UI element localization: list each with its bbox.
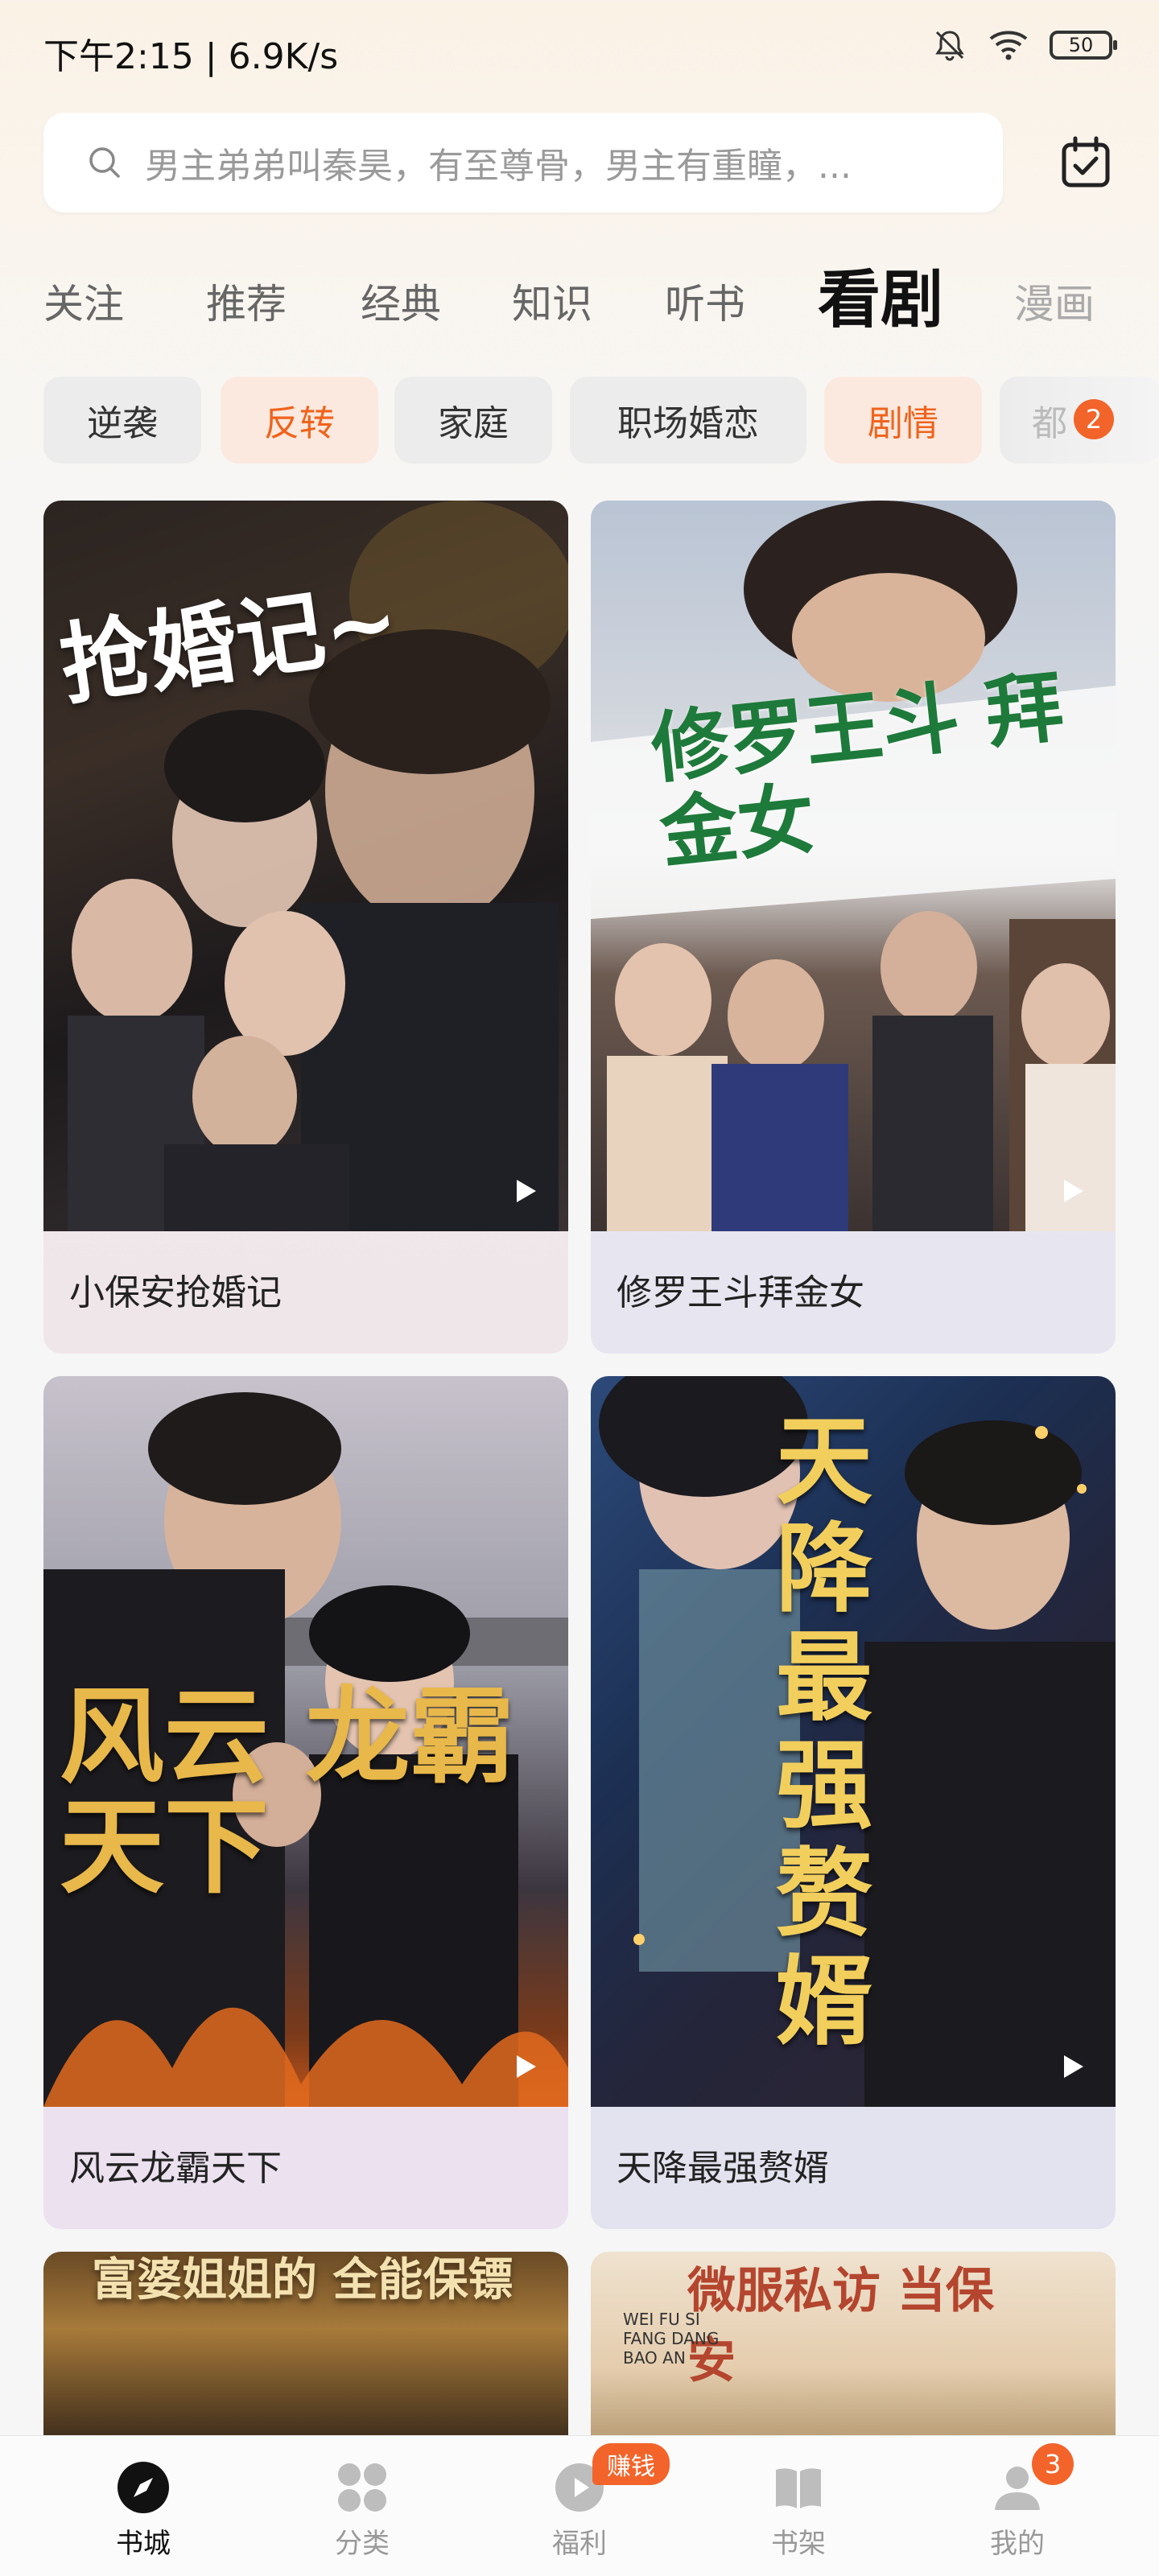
play-icon — [517, 2055, 536, 2078]
battery-level: 50 — [1068, 34, 1094, 56]
drama-title: 风云龙霸天下 — [69, 2148, 282, 2189]
search-row: 男主弟弟叫秦昊，有至尊骨，男主有重瞳，... — [43, 113, 1122, 212]
nav-category[interactable]: 分类 — [298, 2459, 427, 2561]
nav-label: 书架 — [771, 2528, 826, 2560]
drama-card[interactable]: 抢婚记~ 小保安抢婚记 — [43, 501, 568, 1354]
category-tabs: 关注 推荐 经典 知识 听书 看剧 漫画 — [43, 249, 1159, 330]
wifi-icon — [989, 31, 1028, 60]
drama-card[interactable]: 风云 龙霸天下 风云龙霸天下 — [43, 1376, 568, 2229]
cover-title-text: 天降 最强 赘婿 — [776, 1406, 872, 2059]
cover-title-text: 风云 龙霸天下 — [60, 1675, 515, 1908]
tab-comics[interactable]: 漫画 — [1014, 272, 1095, 330]
drama-cover: 修罗王斗 拜金女 — [591, 501, 1116, 1231]
drama-title: 天降最强赘婿 — [617, 2148, 829, 2189]
drama-card-partial[interactable]: 富婆姐姐的 全能保镖 — [43, 2252, 568, 2445]
search-icon — [89, 147, 120, 178]
drama-title: 修罗王斗拜金女 — [617, 1272, 864, 1313]
tab-audiobook[interactable]: 听书 — [665, 272, 745, 330]
nav-label: 我的 — [990, 2528, 1045, 2560]
book-icon — [776, 2468, 821, 2508]
search-placeholder: 男主弟弟叫秦昊，有至尊骨，男主有重瞳，... — [145, 146, 852, 187]
drama-card[interactable]: 修罗王斗 拜金女 修罗王斗拜金女 — [591, 501, 1116, 1354]
tab-knowledge[interactable]: 知识 — [512, 272, 592, 330]
bottom-nav: 书城 分类 福利 书架 我的 — [0, 2435, 1159, 2576]
calendar-checkin-button[interactable] — [1050, 127, 1122, 200]
drama-title: 小保安抢婚记 — [69, 1272, 282, 1313]
tab-classic[interactable]: 经典 — [361, 272, 441, 330]
chip-family[interactable]: 家庭 — [394, 377, 552, 464]
drama-cover: 风云 龙霸天下 — [43, 1376, 568, 2107]
partial-cover-subtext: WEI FU SI FANG DANG BAO AN — [623, 2310, 720, 2368]
nav-label: 书城 — [116, 2528, 171, 2560]
genre-chips: 逆袭 反转 家庭 职场婚恋 剧情 都 2 — [43, 377, 1159, 464]
tab-follow[interactable]: 关注 — [43, 272, 124, 330]
drama-card-partial[interactable]: 微服私访 当保安 WEI FU SI FANG DANG BAO AN — [591, 2252, 1116, 2445]
chip-counterattack[interactable]: 逆袭 — [43, 377, 201, 464]
chip-count-badge: 2 — [1074, 399, 1114, 439]
earn-money-badge: 赚钱 — [592, 2443, 670, 2485]
status-bar: 下午2:15 | 6.9K/s 50 — [0, 0, 1159, 97]
calendar-check-icon — [1062, 136, 1110, 188]
nav-bookstore[interactable]: 书城 — [79, 2459, 208, 2561]
partial-cover-text: 富婆姐姐的 全能保镖 — [92, 2254, 514, 2306]
tab-recommend[interactable]: 推荐 — [206, 272, 287, 330]
battery-icon: 50 — [1050, 31, 1117, 60]
compass-icon — [118, 2462, 169, 2513]
grid-icon — [338, 2463, 386, 2512]
drama-cover: 抢婚记~ — [43, 501, 568, 1231]
tab-drama[interactable]: 看剧 — [818, 249, 943, 330]
drama-cover: 天降 最强 赘婿 — [591, 1376, 1116, 2107]
drama-card[interactable]: 天降 最强 赘婿 天降最强赘婿 — [591, 1376, 1116, 2229]
nav-label: 分类 — [335, 2528, 390, 2560]
mine-count-badge: 3 — [1032, 2443, 1074, 2485]
status-time: 下午2:15 | 6.9K/s — [43, 36, 339, 77]
mute-bell-icon — [935, 31, 964, 61]
chip-twist[interactable]: 反转 — [221, 377, 378, 464]
status-icons: 50 — [932, 27, 1117, 63]
nav-bookshelf[interactable]: 书架 — [734, 2459, 863, 2561]
chip-workplace-romance[interactable]: 职场婚恋 — [570, 377, 806, 464]
play-icon — [517, 1180, 536, 1202]
play-icon — [1064, 1180, 1083, 1202]
play-icon — [1064, 2055, 1083, 2078]
nav-label: 福利 — [552, 2528, 607, 2560]
search-input[interactable]: 男主弟弟叫秦昊，有至尊骨，男主有重瞳，... — [43, 113, 1003, 212]
chip-plot[interactable]: 剧情 — [824, 377, 982, 464]
